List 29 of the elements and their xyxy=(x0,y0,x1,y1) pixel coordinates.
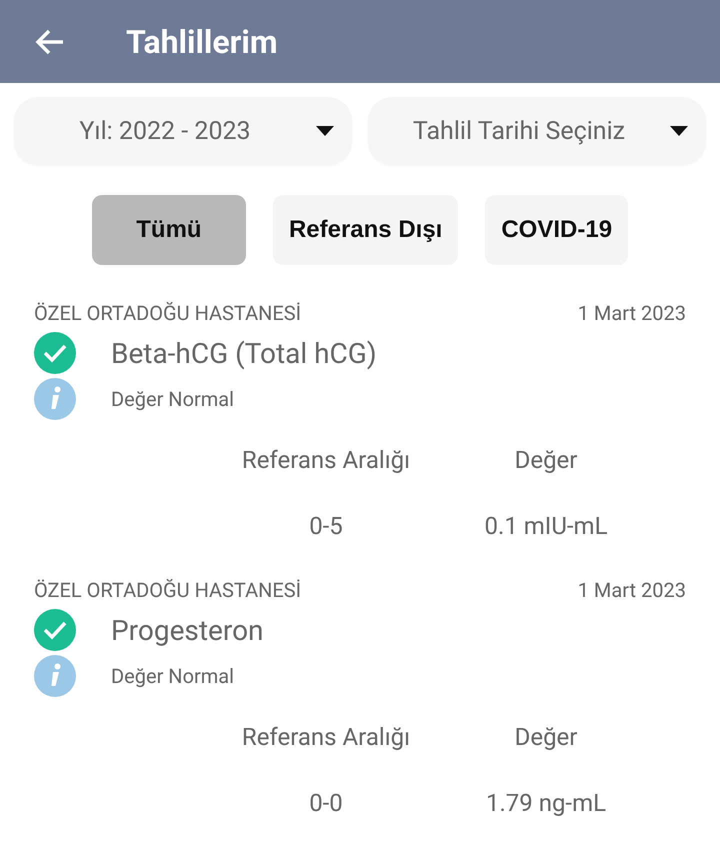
check-circle-icon xyxy=(34,332,76,374)
test-value: 1.79 ng-mL xyxy=(484,789,608,817)
check-circle-icon xyxy=(34,609,76,651)
test-name: Beta-hCG (Total hCG) xyxy=(111,336,377,370)
reference-range: 0-5 xyxy=(308,512,344,540)
back-arrow-icon[interactable] xyxy=(34,28,66,54)
hospital-name: ÖZEL ORTADOĞU HASTANESİ xyxy=(34,578,302,604)
info-icon xyxy=(34,655,76,697)
dropdown-caret-icon xyxy=(316,126,334,136)
dropdown-caret-icon xyxy=(670,126,688,136)
reference-range: 0-0 xyxy=(308,789,344,817)
info-icon xyxy=(34,378,76,420)
page-title: Tahlillerim xyxy=(126,22,278,60)
test-name: Progesteron xyxy=(111,614,264,646)
column-heading: Referans Aralığı xyxy=(240,446,412,474)
dropdown[interactable]: Yıl: 2022 - 2023 xyxy=(14,97,352,165)
dropdown[interactable]: Tahlil Tarihi Seçiniz xyxy=(368,97,706,165)
column-heading: Referans Aralığı xyxy=(240,723,412,751)
column-heading: Değer xyxy=(514,446,578,474)
test-date: 1 Mart 2023 xyxy=(578,578,686,604)
filter-tab[interactable]: Tümü xyxy=(92,195,246,265)
test-value: 0.1 mIU-mL xyxy=(484,512,608,540)
status-text: Değer Normal xyxy=(111,664,234,688)
column-heading: Değer xyxy=(514,723,578,751)
status-text: Değer Normal xyxy=(111,387,234,411)
filter-tab[interactable]: COVID-19 xyxy=(485,195,628,265)
filter-tab[interactable]: Referans Dışı xyxy=(272,195,458,265)
hospital-name: ÖZEL ORTADOĞU HASTANESİ xyxy=(34,301,302,327)
test-date: 1 Mart 2023 xyxy=(578,301,686,327)
